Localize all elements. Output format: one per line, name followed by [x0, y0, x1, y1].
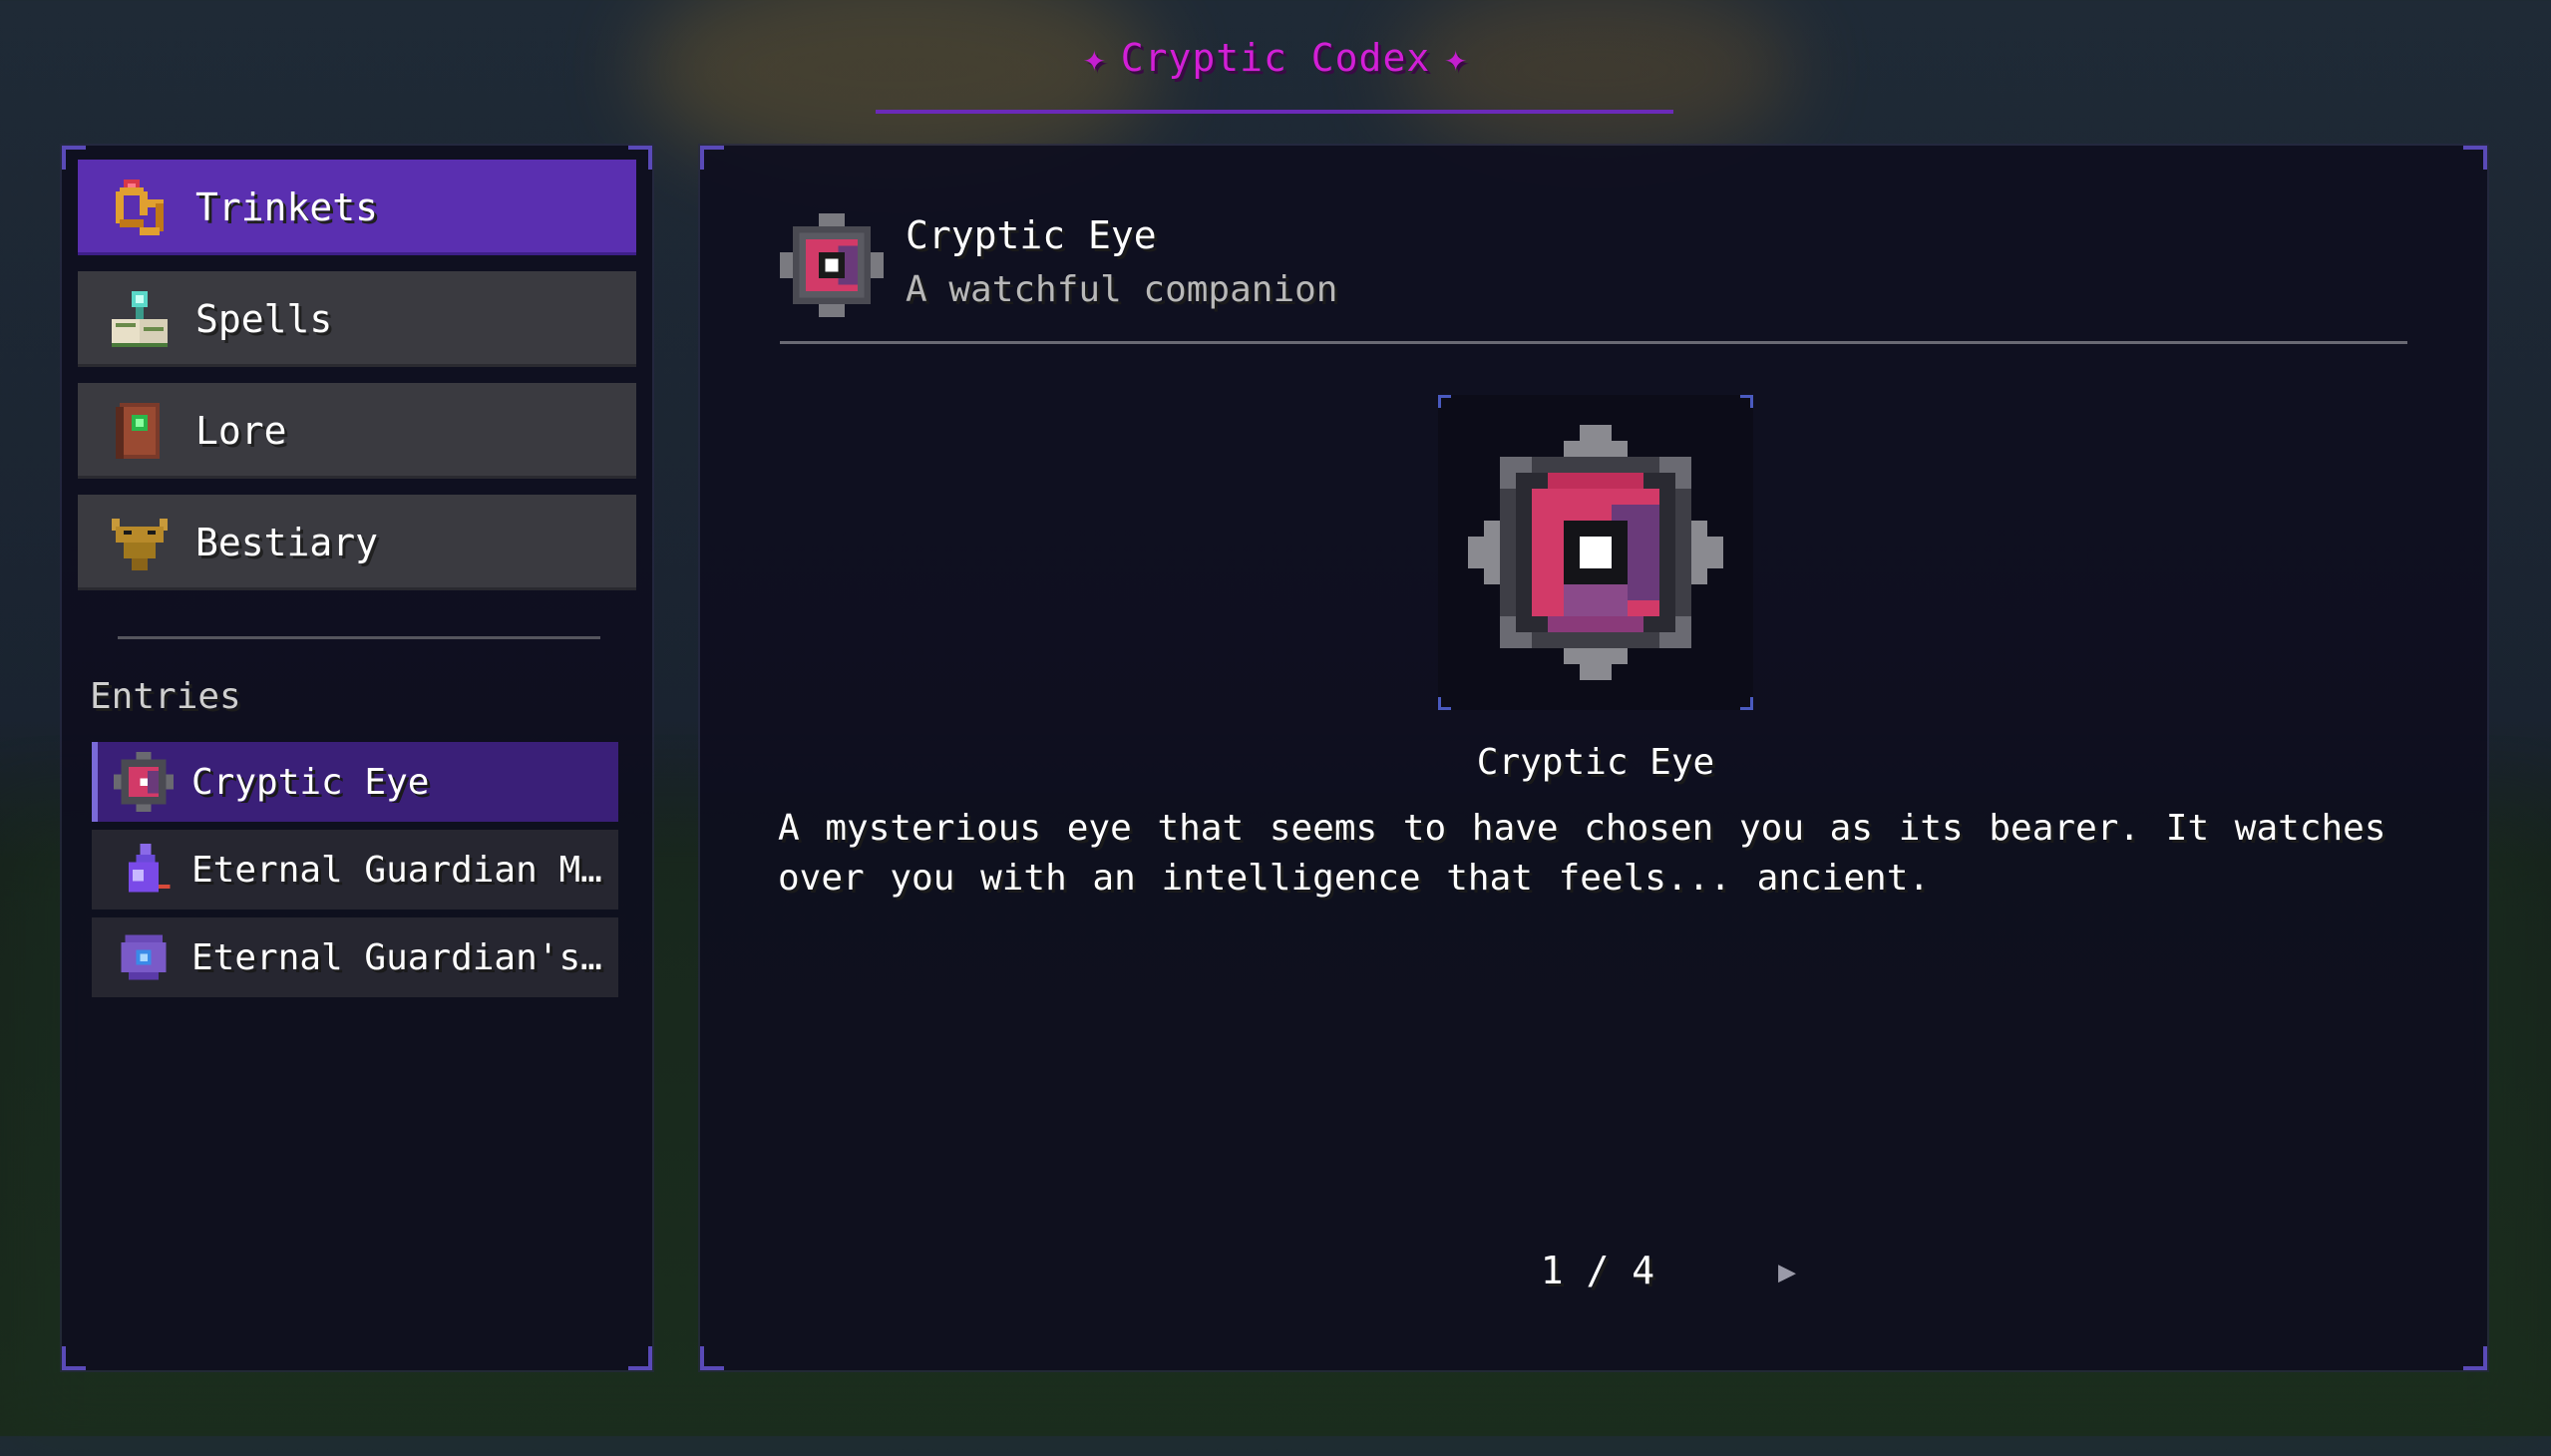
cryptic-eye-icon: [114, 752, 174, 812]
entry-label: Eternal Guardian's...: [191, 936, 610, 978]
preview-caption: Cryptic Eye: [1476, 742, 1715, 783]
entry-subtitle: A watchful companion: [906, 269, 1338, 310]
corner-decoration: [1740, 395, 1753, 408]
divider: [118, 636, 600, 639]
star-left-icon: ✦: [1082, 36, 1107, 80]
corner-decoration: [62, 1346, 86, 1370]
corner-decoration: [700, 146, 724, 170]
next-page-button[interactable]: ▶: [1767, 1253, 1807, 1292]
dragon-head-icon: [108, 511, 172, 574]
category-label: Lore: [195, 409, 287, 453]
ring-icon: [108, 176, 172, 239]
lore-book-icon: [108, 399, 172, 463]
entry-eternal-guardian-m[interactable]: Eternal Guardian M...: [92, 830, 618, 910]
entry-label: Eternal Guardian M...: [191, 849, 610, 891]
corner-decoration: [1438, 697, 1451, 710]
star-right-icon: ✦: [1444, 36, 1469, 80]
item-preview: [1438, 395, 1753, 710]
category-label: Spells: [195, 297, 333, 341]
title-text: Cryptic Codex: [1120, 36, 1431, 80]
entry-title: Cryptic Eye: [906, 213, 1157, 257]
category-spells[interactable]: Spells: [78, 271, 636, 367]
category-label: Trinkets: [195, 185, 379, 229]
title-underline: [876, 110, 1673, 114]
category-lore[interactable]: Lore: [78, 383, 636, 479]
corner-decoration: [1740, 697, 1753, 710]
category-bestiary[interactable]: Bestiary: [78, 495, 636, 590]
navigation-panel: Trinkets Spells Lore Bestiary Entries Cr…: [62, 146, 652, 1370]
entry-eternal-guardians[interactable]: Eternal Guardian's...: [92, 917, 618, 997]
entry-cryptic-eye[interactable]: Cryptic Eye: [92, 742, 618, 822]
title-bar: ✦ Cryptic Codex ✦: [0, 36, 2551, 86]
detail-panel: Cryptic Eye A watchful companion Cryptic…: [700, 146, 2487, 1370]
cryptic-eye-large-icon: [1468, 425, 1723, 680]
spellbook-icon: [108, 287, 172, 351]
corner-decoration: [2463, 1346, 2487, 1370]
corner-decoration: [700, 1346, 724, 1370]
cryptic-eye-icon: [780, 213, 884, 317]
category-label: Bestiary: [195, 521, 379, 564]
page-title: ✦ Cryptic Codex ✦: [1069, 36, 1482, 80]
header-divider: [780, 341, 2407, 344]
entries-heading: Entries: [90, 676, 241, 717]
guardian-potion-icon: [114, 840, 174, 900]
guardian-amulet-icon: [114, 927, 174, 987]
corner-decoration: [628, 1346, 652, 1370]
page-indicator: 1 / 4: [1540, 1249, 1655, 1292]
entry-description: A mysterious eye that seems to have chos…: [778, 808, 2386, 899]
entry-label: Cryptic Eye: [191, 761, 430, 803]
corner-decoration: [1438, 395, 1451, 408]
category-trinkets[interactable]: Trinkets: [78, 160, 636, 255]
corner-decoration: [2463, 146, 2487, 170]
